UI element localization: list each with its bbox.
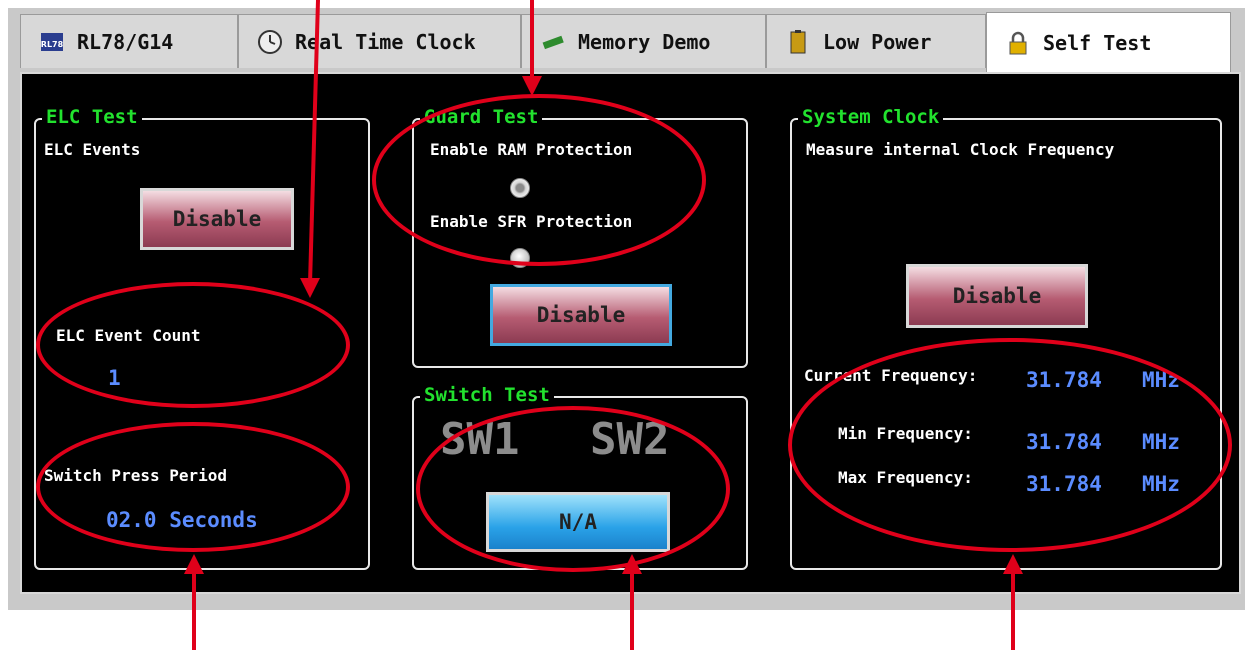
- annotation-arrows: [184, 0, 1023, 650]
